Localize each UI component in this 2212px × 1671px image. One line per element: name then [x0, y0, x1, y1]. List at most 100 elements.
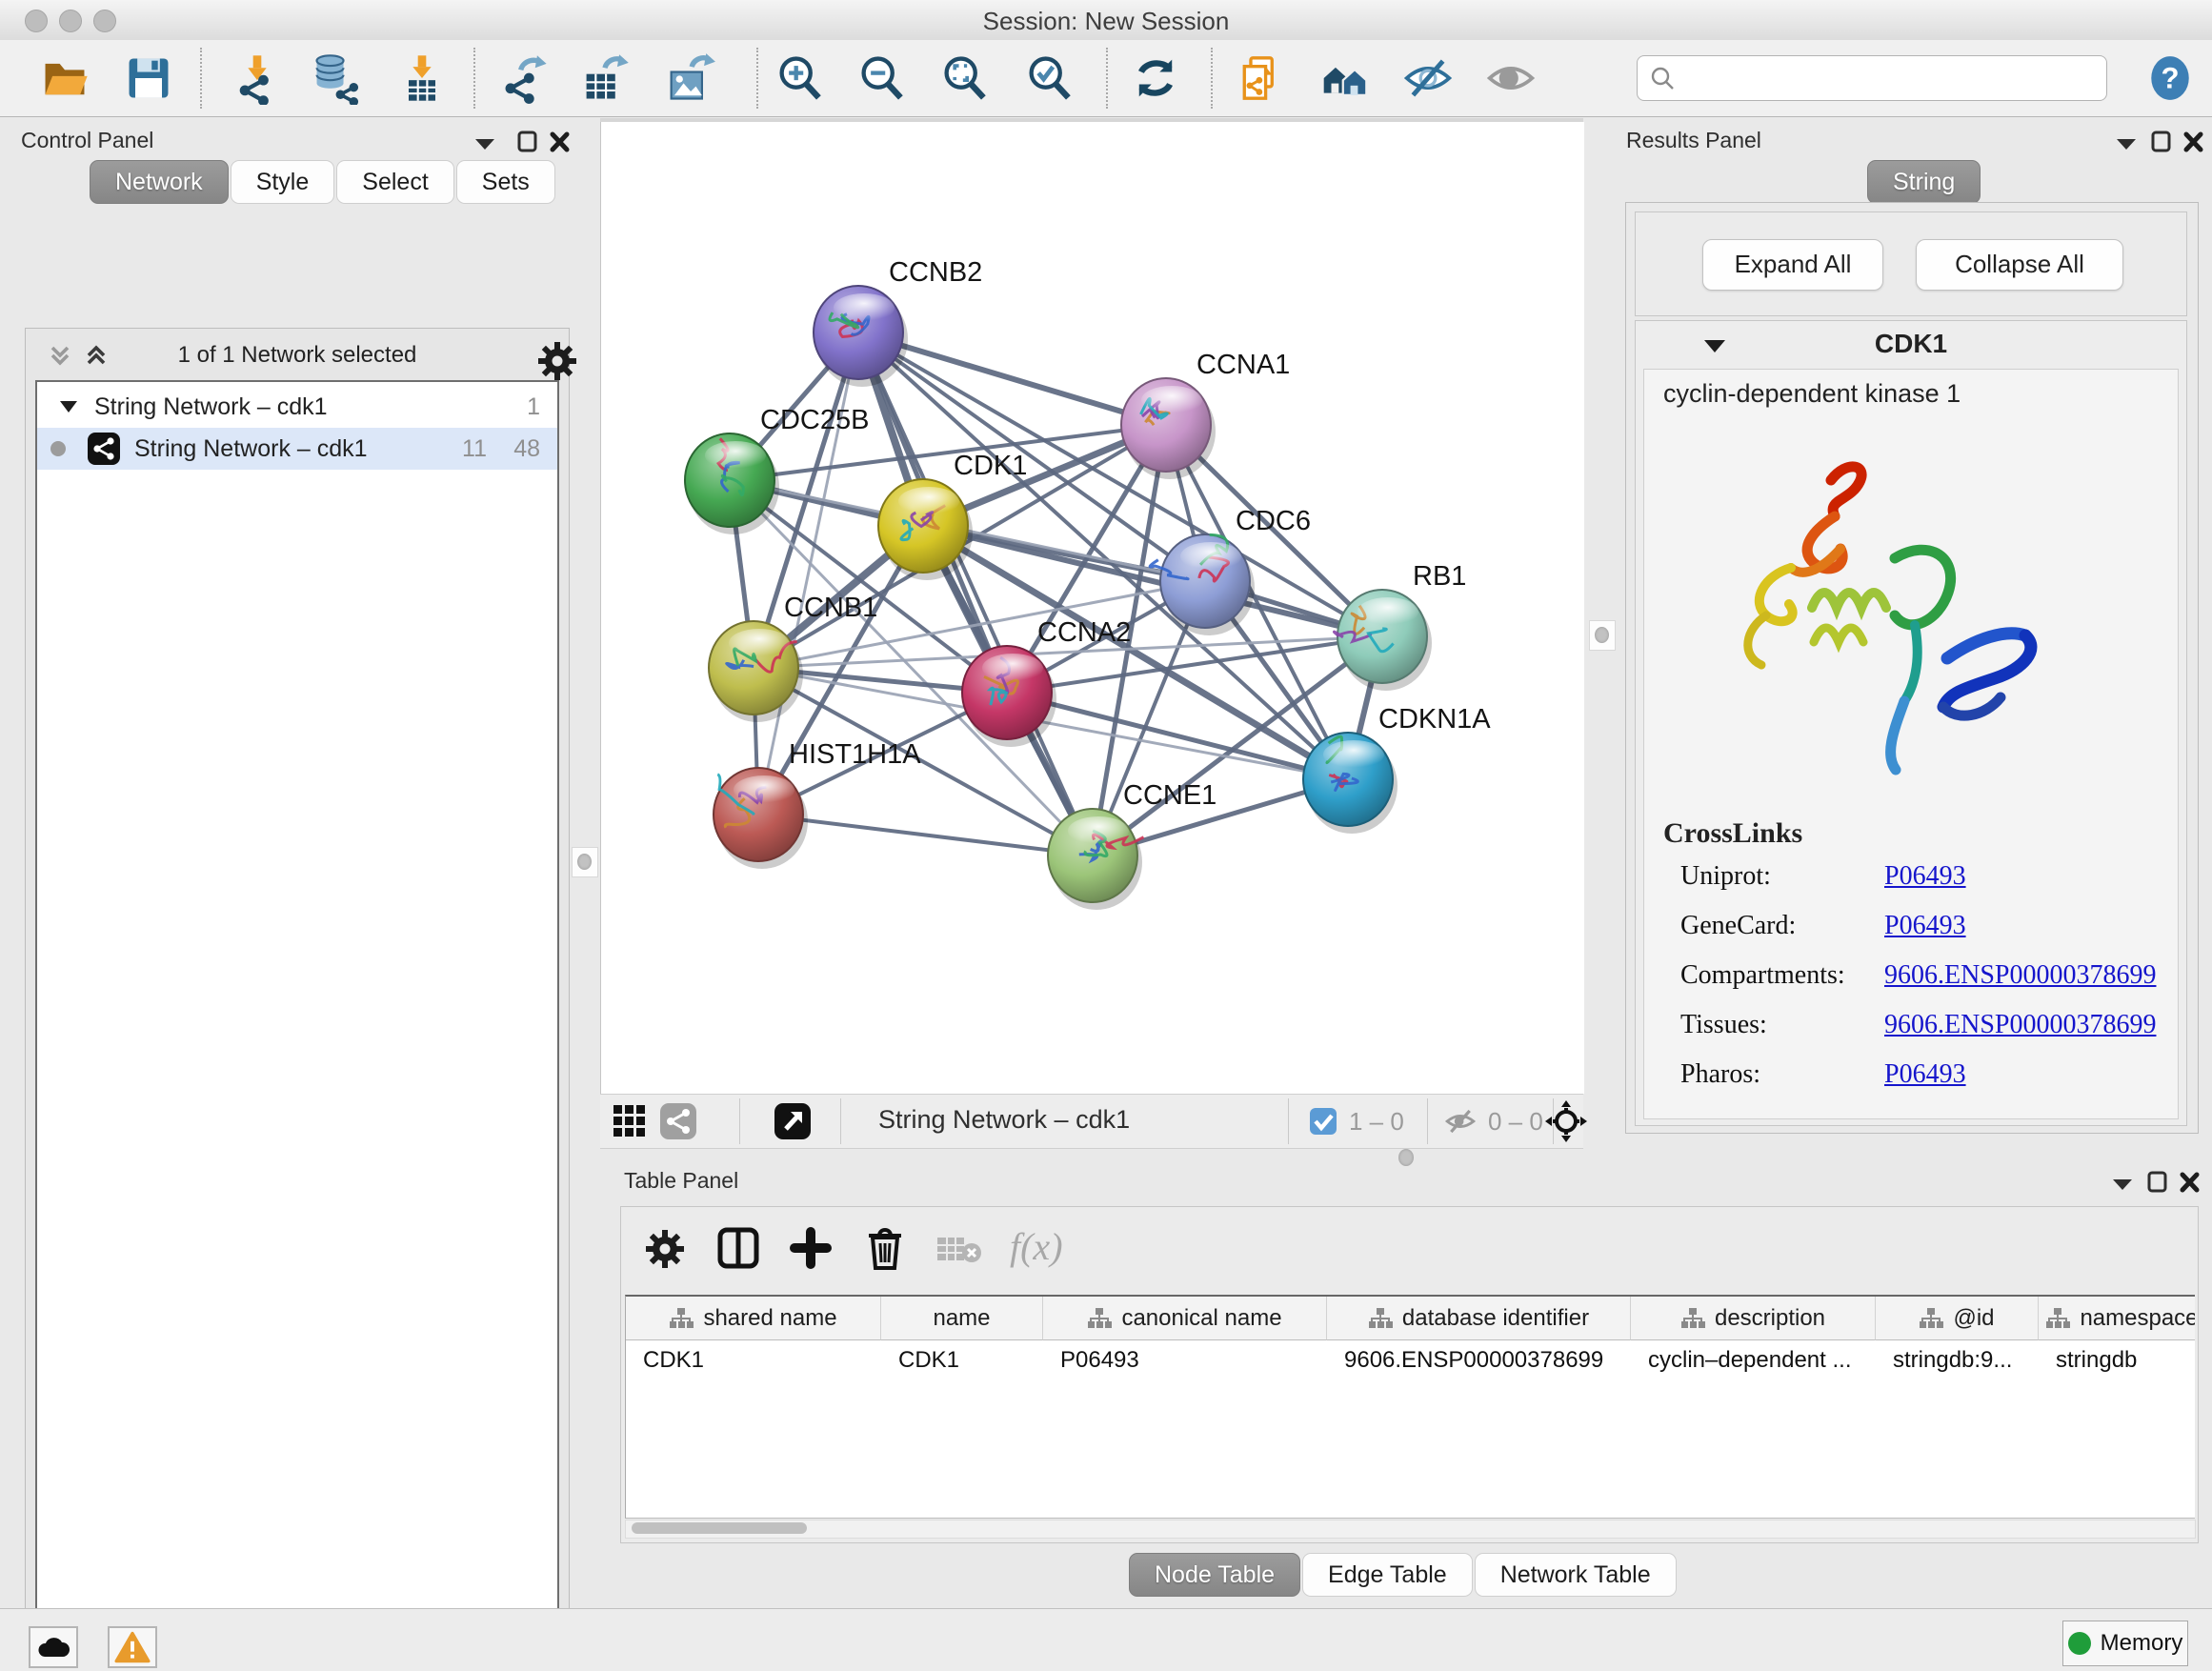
- export-table-icon: [578, 51, 632, 105]
- expand-all-button[interactable]: Expand All: [1702, 239, 1883, 291]
- import-network-button[interactable]: [229, 50, 286, 107]
- node-CDKN1A[interactable]: CDKN1A: [1303, 704, 1491, 834]
- control-panel-float-button[interactable]: [516, 130, 539, 154]
- tab-style[interactable]: Style: [231, 160, 335, 204]
- table-panel-menu-button[interactable]: [2110, 1176, 2135, 1193]
- string-results-container: Expand All Collapse All CDK1 cyclin-depe…: [1625, 202, 2199, 1134]
- search-input[interactable]: [1676, 64, 2080, 92]
- zoom-in-button[interactable]: [772, 50, 829, 107]
- apply-layout-button[interactable]: [1127, 50, 1184, 107]
- network-graph[interactable]: CCNB2CCNA1CDC25BCDK1CDC6RB1CCNB1CCNA2CDK…: [601, 122, 1584, 1094]
- column-header-shared-name[interactable]: shared name: [626, 1297, 881, 1340]
- network-view-badge-icon[interactable]: [659, 1102, 697, 1140]
- node-CCNB2[interactable]: CCNB2: [814, 257, 982, 387]
- birdseye-view-icon[interactable]: [774, 1102, 812, 1140]
- save-session-button[interactable]: [120, 50, 177, 107]
- export-image-icon: [663, 51, 716, 105]
- gene-symbol: CDK1: [1636, 329, 2186, 359]
- table-panel-float-button[interactable]: [2146, 1170, 2169, 1195]
- export-table-button[interactable]: [576, 50, 633, 107]
- node-label-CDC6: CDC6: [1236, 506, 1311, 536]
- zoom-fit-button[interactable]: [936, 50, 994, 107]
- selected-checkbox-icon[interactable]: [1309, 1107, 1337, 1136]
- tab-string[interactable]: String: [1867, 160, 1981, 204]
- column-header-name[interactable]: name: [881, 1297, 1043, 1340]
- export-network-button[interactable]: [496, 50, 553, 107]
- cloud-status-button[interactable]: [29, 1626, 78, 1668]
- table-horizontal-scrollbar[interactable]: [625, 1520, 2196, 1539]
- hide-selected-button[interactable]: [1399, 50, 1457, 107]
- node-CCNA2[interactable]: CCNA2: [962, 617, 1131, 747]
- show-hidden-button[interactable]: [1482, 50, 1539, 107]
- node-HIST1H1A[interactable]: HIST1H1A: [714, 739, 921, 869]
- node-CCNE1[interactable]: CCNE1: [1048, 780, 1217, 910]
- tab-network[interactable]: Network: [90, 160, 229, 204]
- search-field[interactable]: [1637, 55, 2107, 101]
- cell-description[interactable]: cyclin–dependent ...: [1631, 1341, 1876, 1379]
- cell-id[interactable]: stringdb:9...: [1876, 1341, 2039, 1379]
- tab-sets[interactable]: Sets: [456, 160, 555, 204]
- crosslink-value-link[interactable]: P06493: [1884, 911, 1966, 941]
- zoom-selected-button[interactable]: [1021, 50, 1078, 107]
- zoom-fit-icon: [938, 51, 992, 105]
- crosslink-value-link[interactable]: P06493: [1884, 861, 1966, 892]
- table-panel-close-button[interactable]: [2179, 1170, 2202, 1195]
- tab-edge-table[interactable]: Edge Table: [1302, 1553, 1473, 1597]
- zoom-out-button[interactable]: [854, 50, 911, 107]
- tab-network-table[interactable]: Network Table: [1475, 1553, 1677, 1597]
- edge-CCNB2-CCNE1[interactable]: [858, 332, 1093, 856]
- crosslink-value-link[interactable]: P06493: [1884, 1059, 1966, 1090]
- import-table-button[interactable]: [393, 50, 451, 107]
- column-header-description[interactable]: description: [1631, 1297, 1876, 1340]
- node-CCNA1[interactable]: CCNA1: [1121, 350, 1290, 479]
- cell-database-identifier[interactable]: 9606.ENSP00000378699: [1327, 1341, 1631, 1379]
- open-session-button[interactable]: [36, 50, 93, 107]
- fit-content-crosshair-icon[interactable]: [1545, 1100, 1587, 1142]
- tab-select[interactable]: Select: [336, 160, 453, 204]
- control-panel-close-button[interactable]: [549, 130, 572, 154]
- column-header-namespace[interactable]: namespace: [2039, 1297, 2195, 1340]
- tab-node-table[interactable]: Node Table: [1129, 1553, 1300, 1597]
- crosslink-value-link[interactable]: 9606.ENSP00000378699: [1884, 1010, 2156, 1040]
- results-panel-float-button[interactable]: [2150, 130, 2173, 154]
- window-titlebar: Session: New Session: [0, 0, 2212, 41]
- function-builder-icon-disabled: f(x): [1010, 1224, 1063, 1269]
- eye-icon: [1483, 50, 1538, 106]
- node-CCNB1[interactable]: CCNB1: [709, 593, 877, 722]
- network-collection-row[interactable]: String Network – cdk1 1: [37, 386, 557, 428]
- node-label-CCNA2: CCNA2: [1037, 617, 1131, 648]
- show-columns-icon[interactable]: [716, 1226, 760, 1270]
- warnings-button[interactable]: [108, 1626, 157, 1668]
- table-options-gear-icon[interactable]: [644, 1228, 686, 1275]
- results-panel-menu-button[interactable]: [2114, 135, 2139, 152]
- control-panel-menu-button[interactable]: [473, 135, 497, 152]
- help-button[interactable]: ?: [2142, 50, 2199, 107]
- scrollbar-thumb[interactable]: [632, 1522, 807, 1534]
- cell-shared-name[interactable]: CDK1: [626, 1341, 881, 1379]
- cell-name[interactable]: CDK1: [881, 1341, 1043, 1379]
- crosslink-label: Compartments:: [1680, 960, 1845, 991]
- column-header-id[interactable]: @id: [1876, 1297, 2039, 1340]
- column-header-canonical-name[interactable]: canonical name: [1043, 1297, 1327, 1340]
- network-canvas[interactable]: CCNB2CCNA1CDC25BCDK1CDC6RB1CCNB1CCNA2CDK…: [600, 122, 1584, 1094]
- collapse-all-button[interactable]: Collapse All: [1916, 239, 2123, 291]
- column-header-database-identifier[interactable]: database identifier: [1327, 1297, 1631, 1340]
- collection-expand-icon[interactable]: [58, 398, 79, 415]
- edge-HIST1H1A-CCNE1[interactable]: [758, 815, 1093, 856]
- cell-namespace[interactable]: stringdb: [2039, 1341, 2195, 1379]
- cell-canonical-name[interactable]: P06493: [1043, 1341, 1327, 1379]
- right-splitter[interactable]: [1589, 620, 1616, 651]
- memory-button[interactable]: Memory: [2062, 1621, 2188, 1666]
- network-row-selected[interactable]: String Network – cdk1 11 48: [37, 428, 557, 470]
- copy-style-button[interactable]: [1232, 50, 1289, 107]
- create-column-plus-icon[interactable]: [789, 1226, 833, 1270]
- node-RB1[interactable]: RB1: [1334, 561, 1466, 691]
- results-panel-close-button[interactable]: [2182, 130, 2205, 154]
- crosslink-value-link[interactable]: 9606.ENSP00000378699: [1884, 960, 2156, 991]
- left-splitter[interactable]: [572, 847, 598, 877]
- export-image-button[interactable]: [661, 50, 718, 107]
- grid-view-icon[interactable]: [613, 1105, 646, 1137]
- delete-column-trash-icon[interactable]: [863, 1224, 907, 1272]
- show-all-button[interactable]: [1317, 50, 1374, 107]
- import-network-from-database-button[interactable]: [308, 50, 365, 107]
